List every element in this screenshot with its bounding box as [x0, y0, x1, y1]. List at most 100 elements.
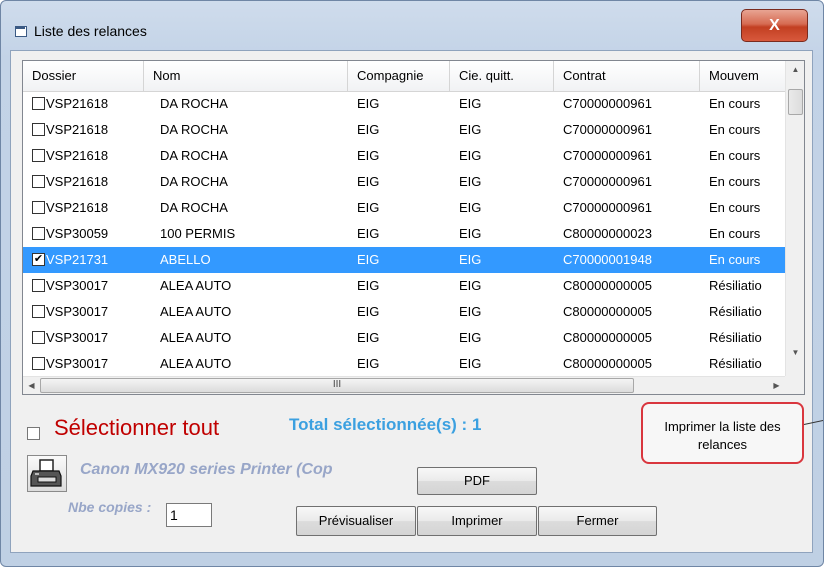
- column-header-dossier[interactable]: Dossier: [23, 61, 144, 91]
- scroll-up-icon[interactable]: ▲: [786, 61, 804, 78]
- column-header-nom[interactable]: Nom: [144, 61, 348, 91]
- cell-dossier: VSP21618: [46, 122, 109, 137]
- cell-compagnie: EIG: [357, 96, 380, 111]
- cell-nom: 100 PERMIS: [160, 226, 236, 241]
- window-title: Liste des relances: [34, 23, 147, 39]
- cell-dossier: VSP30059: [46, 226, 109, 241]
- print-button[interactable]: Imprimer: [417, 506, 537, 536]
- cell-dossier: VSP30017: [46, 356, 109, 371]
- cell-compagnie: EIG: [357, 304, 380, 319]
- total-selected-text: Total sélectionnée(s) : 1: [289, 415, 482, 434]
- cell-contrat: C80000000005: [563, 356, 652, 371]
- window-icon: [15, 26, 27, 37]
- cell-contrat: C70000000961: [563, 200, 652, 215]
- grid-header: Dossier Nom Compagnie Cie. quitt. Contra…: [23, 61, 785, 92]
- cell-dossier: VSP21618: [46, 96, 109, 111]
- scroll-left-icon[interactable]: ◀: [23, 377, 40, 394]
- cell-dossier: VSP21618: [46, 200, 109, 215]
- relances-window: Liste des relances X Dossier Nom Compagn…: [0, 0, 824, 567]
- cell-compagnie: EIG: [357, 200, 380, 215]
- cell-contrat: C70000000961: [563, 122, 652, 137]
- printer-name[interactable]: Canon MX920 series Printer (Cop: [80, 461, 385, 479]
- cell-nom: ALEA AUTO: [160, 356, 232, 371]
- cell-compagnie: EIG: [357, 148, 380, 163]
- cell-mouvement: En cours: [709, 200, 761, 215]
- relances-grid: Dossier Nom Compagnie Cie. quitt. Contra…: [22, 60, 805, 395]
- row-checkbox[interactable]: [32, 279, 45, 292]
- row-checkbox[interactable]: [32, 123, 45, 136]
- cell-contrat: C70000000961: [563, 174, 652, 189]
- cell-dossier: VSP30017: [46, 330, 109, 345]
- row-checkbox[interactable]: [32, 357, 45, 370]
- select-all-label[interactable]: Sélectionner tout: [54, 415, 219, 441]
- cell-mouvement: Résiliatio: [709, 278, 762, 293]
- cell-dossier: VSP21618: [46, 174, 109, 189]
- cell-compagnie: EIG: [357, 278, 380, 293]
- cell-nom: DA ROCHA: [160, 174, 228, 189]
- cell-nom: DA ROCHA: [160, 148, 228, 163]
- row-checkbox[interactable]: [32, 227, 45, 240]
- row-checkbox[interactable]: ✔: [32, 253, 45, 266]
- cell-mouvement: En cours: [709, 122, 761, 137]
- cell-cie-quitt: EIG: [459, 356, 482, 371]
- table-row[interactable]: VSP21618 DA ROCHA EIG EIG C70000000961 En cou…: [23, 169, 785, 195]
- row-checkbox[interactable]: [32, 305, 45, 318]
- cell-contrat: C80000000005: [563, 278, 652, 293]
- cell-cie-quitt: EIG: [459, 226, 482, 241]
- copies-input[interactable]: 1: [166, 503, 212, 527]
- cell-nom: DA ROCHA: [160, 122, 228, 137]
- cell-cie-quitt: EIG: [459, 304, 482, 319]
- table-row[interactable]: VSP30017 ALEA AUTO EIG EIG C80000000005 Résil…: [23, 273, 785, 299]
- close-button[interactable]: Fermer: [538, 506, 657, 536]
- print-list-button[interactable]: Imprimer la liste des relances: [641, 402, 804, 464]
- cell-nom: DA ROCHA: [160, 96, 228, 111]
- table-row[interactable]: VSP30017 ALEA AUTO EIG EIG C80000000005 Résil…: [23, 351, 785, 376]
- table-row[interactable]: VSP30017 ALEA AUTO EIG EIG C80000000005 Résil…: [23, 325, 785, 351]
- table-row[interactable]: VSP30059 100 PERMIS EIG EIG C80000000023 En c…: [23, 221, 785, 247]
- pdf-button[interactable]: PDF: [417, 467, 537, 495]
- cell-cie-quitt: EIG: [459, 200, 482, 215]
- scroll-down-icon[interactable]: ▼: [786, 344, 804, 361]
- horizontal-scroll-thumb[interactable]: III: [40, 378, 634, 393]
- close-window-button[interactable]: X: [741, 9, 808, 42]
- cell-dossier: VSP30017: [46, 304, 109, 319]
- cell-mouvement: Résiliatio: [709, 330, 762, 345]
- table-row[interactable]: ✔ VSP21731 ABELLO EIG EIG C70000001948 En cour…: [23, 247, 785, 273]
- column-header-cie-quitt[interactable]: Cie. quitt.: [450, 61, 554, 91]
- cell-mouvement: En cours: [709, 148, 761, 163]
- cell-dossier: VSP21731: [46, 252, 109, 267]
- cell-contrat: C80000000005: [563, 304, 652, 319]
- horizontal-scrollbar[interactable]: ◀ III ▶: [23, 376, 785, 394]
- row-checkbox[interactable]: [32, 149, 45, 162]
- column-header-mouvement[interactable]: Mouvem: [700, 61, 785, 91]
- row-checkbox[interactable]: [32, 331, 45, 344]
- cell-cie-quitt: EIG: [459, 148, 482, 163]
- table-row[interactable]: VSP30017 ALEA AUTO EIG EIG C80000000005 Résil…: [23, 299, 785, 325]
- cell-nom: ALEA AUTO: [160, 278, 232, 293]
- column-header-contrat[interactable]: Contrat: [554, 61, 700, 91]
- preview-button[interactable]: Prévisualiser: [296, 506, 416, 536]
- vertical-scrollbar[interactable]: ▲ ▼: [785, 61, 804, 376]
- copies-label: Nbe copies :: [68, 499, 152, 515]
- select-all-checkbox[interactable]: [27, 427, 40, 440]
- column-header-compagnie[interactable]: Compagnie: [348, 61, 450, 91]
- table-row[interactable]: VSP21618 DA ROCHA EIG EIG C70000000961 En cou…: [23, 91, 785, 117]
- row-checkbox[interactable]: [32, 175, 45, 188]
- scroll-right-icon[interactable]: ▶: [768, 377, 785, 394]
- table-row[interactable]: VSP21618 DA ROCHA EIG EIG C70000000961 En cou…: [23, 143, 785, 169]
- cell-nom: ALEA AUTO: [160, 330, 232, 345]
- cell-nom: DA ROCHA: [160, 200, 228, 215]
- cell-contrat: C70000000961: [563, 96, 652, 111]
- row-checkbox[interactable]: [32, 97, 45, 110]
- table-row[interactable]: VSP21618 DA ROCHA EIG EIG C70000000961 En cou…: [23, 195, 785, 221]
- printer-button[interactable]: [27, 455, 67, 492]
- cell-mouvement: En cours: [709, 252, 761, 267]
- grid-rows: VSP21618 DA ROCHA EIG EIG C70000000961 En cou…: [23, 91, 785, 376]
- vertical-scroll-thumb[interactable]: [788, 89, 803, 115]
- cell-contrat: C80000000023: [563, 226, 652, 241]
- row-checkbox[interactable]: [32, 201, 45, 214]
- table-row[interactable]: VSP21618 DA ROCHA EIG EIG C70000000961 En cou…: [23, 117, 785, 143]
- title-bar[interactable]: Liste des relances X: [1, 1, 823, 45]
- cell-contrat: C70000000961: [563, 148, 652, 163]
- printer-icon: [30, 459, 62, 487]
